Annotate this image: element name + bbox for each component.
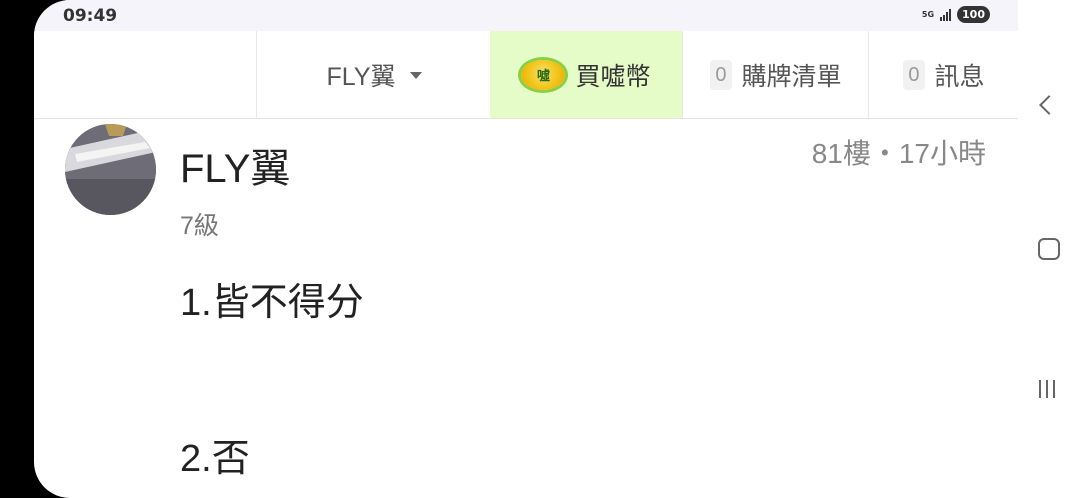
user-menu-button[interactable]: FLY翼 bbox=[256, 31, 491, 118]
battery-indicator: 100 bbox=[957, 6, 990, 23]
post-item: FLY翼 7級 81樓・17小時 1.皆不得分 2.否 bbox=[34, 118, 1018, 498]
status-time: 09:49 bbox=[63, 6, 118, 26]
card-list-label: 購牌清單 bbox=[741, 62, 842, 91]
home-icon[interactable] bbox=[1038, 238, 1060, 260]
buy-coin-button[interactable]: 噓 買噓幣 bbox=[490, 31, 682, 118]
network-indicator: 5G bbox=[921, 9, 935, 19]
post-meta: 81樓・17小時 bbox=[811, 138, 986, 169]
messages-label: 訊息 bbox=[934, 62, 985, 91]
card-list-count: 0 bbox=[710, 59, 732, 90]
user-menu-label: FLY翼 bbox=[326, 62, 396, 91]
back-icon[interactable] bbox=[1039, 95, 1059, 115]
messages-count: 0 bbox=[903, 59, 925, 90]
top-nav: FLY翼 噓 買噓幣 0 購牌清單 0 訊息 bbox=[34, 31, 1018, 119]
status-bar: 09:49 5G 100 bbox=[34, 0, 1018, 31]
caret-down-icon bbox=[409, 72, 422, 79]
recent-apps-icon[interactable] bbox=[1039, 380, 1055, 398]
card-list-button[interactable]: 0 購牌清單 bbox=[682, 31, 869, 118]
avatar[interactable] bbox=[65, 124, 156, 215]
post-username[interactable]: FLY翼 bbox=[180, 136, 290, 194]
status-indicators: 5G 100 bbox=[922, 6, 990, 23]
messages-button[interactable]: 0 訊息 bbox=[868, 31, 1018, 118]
app-screen: 09:49 5G 100 FLY翼 噓 買噓幣 0 購牌清單 0 訊息 FLY翼… bbox=[34, 0, 1018, 498]
user-level: 7級 bbox=[180, 212, 219, 240]
signal-icon bbox=[940, 8, 952, 21]
coin-logo-icon: 噓 bbox=[521, 59, 566, 90]
buy-coin-label: 買噓幣 bbox=[575, 62, 651, 91]
post-line: 1.皆不得分 bbox=[180, 282, 364, 324]
post-line: 2.否 bbox=[180, 438, 250, 480]
system-nav-bar bbox=[1018, 0, 1080, 498]
